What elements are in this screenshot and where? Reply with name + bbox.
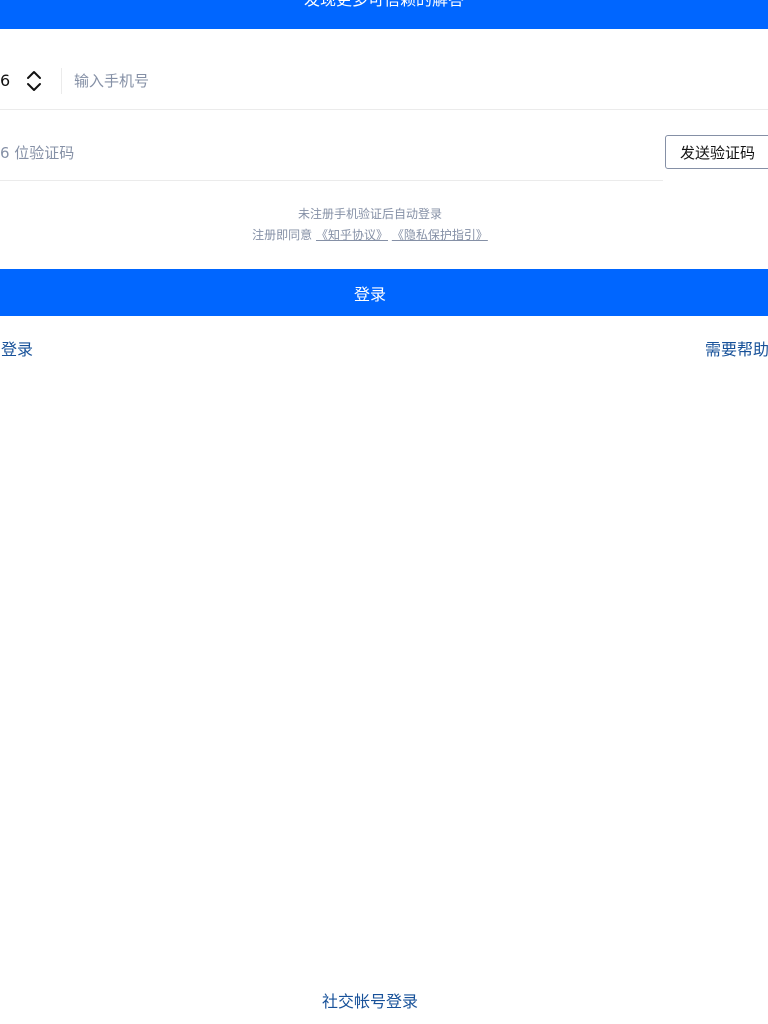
top-banner-text: 发现更多可信赖的解答 — [0, 0, 768, 12]
social-login-link[interactable]: 社交帐号登录 — [0, 991, 740, 1013]
login-button[interactable]: 登录 — [0, 269, 768, 316]
phone-divider — [61, 68, 62, 94]
auto-login-notice: 未注册手机验证后自动登录 — [297, 207, 442, 221]
privacy-link[interactable]: 《隐私保护指引》 — [392, 228, 488, 242]
country-code-value[interactable]: 6 — [0, 70, 10, 92]
sms-code-row — [0, 124, 663, 181]
terms-link[interactable]: 《知乎协议》 — [316, 228, 388, 242]
phone-number-input[interactable] — [74, 66, 674, 96]
help-link[interactable]: 需要帮助 — [705, 339, 768, 361]
chevron-up-down-icon[interactable] — [24, 68, 44, 94]
agreement-notice: 注册即同意 《知乎协议》 《隐私保护指引》 — [0, 226, 740, 244]
top-banner: 发现更多可信赖的解答 — [0, 0, 768, 29]
sms-code-input[interactable] — [0, 138, 600, 168]
send-code-button[interactable]: 发送验证码 — [665, 135, 768, 169]
agreement-prefix: 注册即同意 — [252, 228, 313, 242]
phone-row: 6 — [0, 52, 768, 110]
alt-login-link[interactable]: 登录 — [1, 339, 33, 361]
